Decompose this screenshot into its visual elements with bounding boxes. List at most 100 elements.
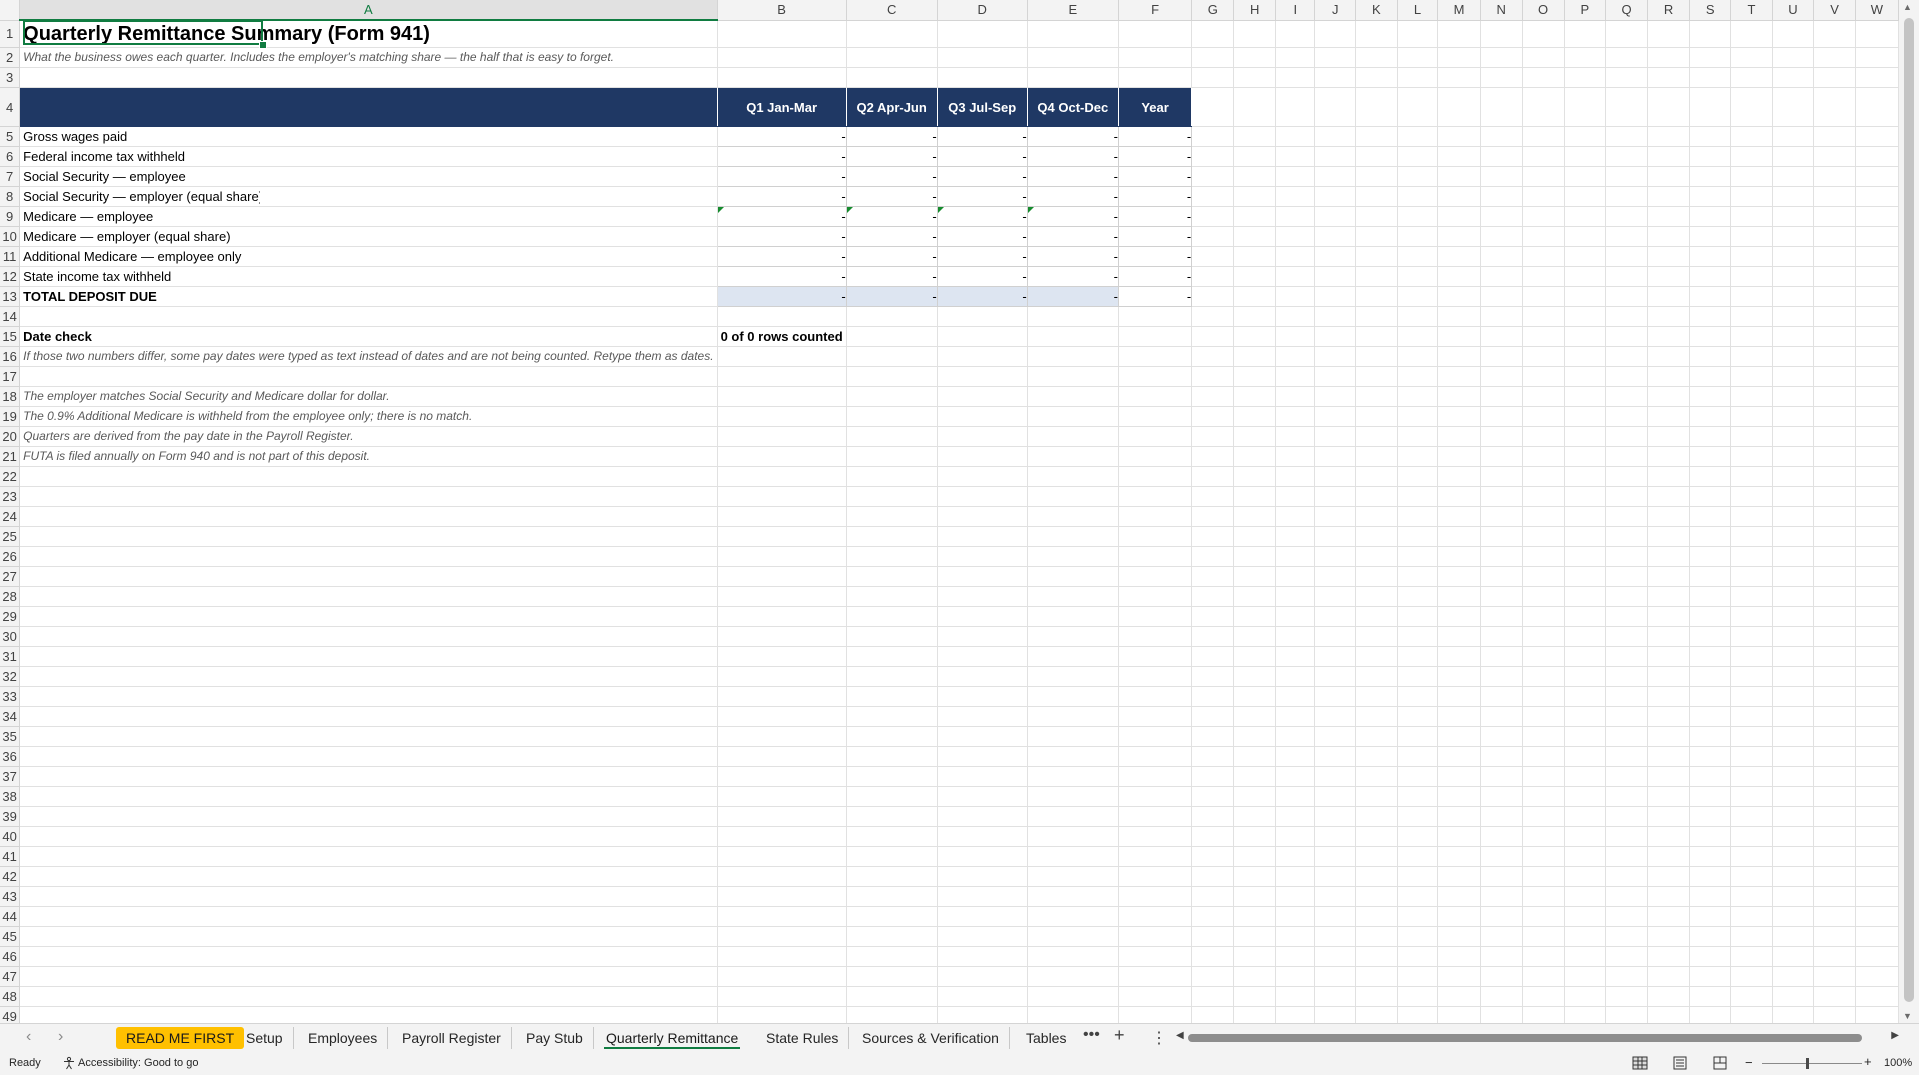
cell-t28[interactable] — [1730, 586, 1773, 607]
cell-i5[interactable] — [1275, 126, 1316, 147]
cell-j25[interactable] — [1314, 526, 1357, 547]
cell-k34[interactable] — [1355, 706, 1398, 727]
tab-state-rules[interactable]: State Rules — [756, 1027, 850, 1049]
cell-q41[interactable] — [1605, 846, 1649, 867]
cell-n19[interactable] — [1480, 406, 1523, 427]
cell-v33[interactable] — [1813, 686, 1856, 707]
cell-m45[interactable] — [1437, 926, 1481, 947]
cell-j35[interactable] — [1314, 726, 1357, 747]
cell-f5[interactable]: - — [1118, 126, 1193, 147]
cell-r36[interactable] — [1647, 746, 1690, 767]
cell-b23[interactable] — [717, 486, 847, 507]
cell-h46[interactable] — [1233, 946, 1277, 967]
cell-k1[interactable] — [1355, 20, 1398, 48]
cell-i36[interactable] — [1275, 746, 1316, 767]
cell-i45[interactable] — [1275, 926, 1316, 947]
cell-l32[interactable] — [1397, 666, 1439, 687]
cell-h14[interactable] — [1233, 306, 1277, 327]
cell-v15[interactable] — [1813, 326, 1856, 347]
cell-g21[interactable] — [1191, 446, 1235, 467]
cell-i8[interactable] — [1275, 186, 1316, 207]
cell-k16[interactable] — [1355, 346, 1398, 367]
cell-q49[interactable] — [1605, 1006, 1649, 1023]
cell-p6[interactable] — [1564, 146, 1607, 167]
cell-u44[interactable] — [1772, 906, 1815, 927]
cell-c17[interactable] — [846, 366, 938, 387]
cell-a22[interactable] — [19, 466, 718, 487]
cell-o45[interactable] — [1522, 926, 1565, 947]
cell-q46[interactable] — [1605, 946, 1649, 967]
row-header[interactable]: 20 — [0, 426, 21, 447]
cell-r9[interactable] — [1647, 206, 1690, 227]
cell-s15[interactable] — [1689, 326, 1732, 347]
cell-w33[interactable] — [1855, 686, 1899, 707]
cell-t13[interactable] — [1730, 286, 1773, 307]
cell-v29[interactable] — [1813, 606, 1856, 627]
cell-d16[interactable] — [937, 346, 1028, 367]
cell-r29[interactable] — [1647, 606, 1690, 627]
cell-o40[interactable] — [1522, 826, 1565, 847]
cell-f37[interactable] — [1118, 766, 1193, 787]
cell-c22[interactable] — [846, 466, 938, 487]
cell-o3[interactable] — [1522, 67, 1565, 88]
cell-i21[interactable] — [1275, 446, 1316, 467]
cell-s37[interactable] — [1689, 766, 1732, 787]
cell-g1[interactable] — [1191, 20, 1235, 48]
cell-a26[interactable] — [19, 546, 718, 567]
cell-h37[interactable] — [1233, 766, 1277, 787]
row-header[interactable]: 38 — [0, 786, 21, 807]
cell-q26[interactable] — [1605, 546, 1649, 567]
cell-g24[interactable] — [1191, 506, 1235, 527]
cell-n3[interactable] — [1480, 67, 1523, 88]
cell-q24[interactable] — [1605, 506, 1649, 527]
cell-e24[interactable] — [1027, 506, 1119, 527]
cell-r44[interactable] — [1647, 906, 1690, 927]
cell-f28[interactable] — [1118, 586, 1193, 607]
cell-h11[interactable] — [1233, 246, 1277, 267]
cell-h20[interactable] — [1233, 426, 1277, 447]
cell-e23[interactable] — [1027, 486, 1119, 507]
cell-o39[interactable] — [1522, 806, 1565, 827]
cell-g31[interactable] — [1191, 646, 1235, 667]
add-sheet-icon[interactable]: + — [1114, 1025, 1125, 1046]
cell-d49[interactable] — [937, 1006, 1028, 1023]
cell-a1[interactable]: Quarterly Remittance Summary (Form 941) — [19, 20, 718, 48]
cell-j6[interactable] — [1314, 146, 1357, 167]
cell-t17[interactable] — [1730, 366, 1773, 387]
cell-i35[interactable] — [1275, 726, 1316, 747]
cell-n18[interactable] — [1480, 386, 1523, 407]
cell-r4[interactable] — [1647, 87, 1690, 127]
cell-n48[interactable] — [1480, 986, 1523, 1007]
cell-w10[interactable] — [1855, 226, 1899, 247]
cell-s48[interactable] — [1689, 986, 1732, 1007]
cell-r18[interactable] — [1647, 386, 1690, 407]
cell-q38[interactable] — [1605, 786, 1649, 807]
cell-n26[interactable] — [1480, 546, 1523, 567]
cell-a12[interactable]: State income tax withheld — [19, 266, 718, 287]
cell-p18[interactable] — [1564, 386, 1607, 407]
cell-s11[interactable] — [1689, 246, 1732, 267]
cell-m33[interactable] — [1437, 686, 1481, 707]
cell-o4[interactable] — [1522, 87, 1565, 127]
cell-t22[interactable] — [1730, 466, 1773, 487]
cell-e7[interactable]: - — [1027, 166, 1119, 187]
cell-o37[interactable] — [1522, 766, 1565, 787]
cell-l30[interactable] — [1397, 626, 1439, 647]
cell-b3[interactable] — [717, 67, 847, 88]
cell-b19[interactable] — [717, 406, 847, 427]
cell-s10[interactable] — [1689, 226, 1732, 247]
cell-e13[interactable]: - — [1027, 286, 1119, 307]
cell-n39[interactable] — [1480, 806, 1523, 827]
cell-m6[interactable] — [1437, 146, 1481, 167]
zoom-out-icon[interactable]: − — [1745, 1055, 1753, 1070]
row-header[interactable]: 42 — [0, 866, 21, 887]
cell-u5[interactable] — [1772, 126, 1815, 147]
cell-e30[interactable] — [1027, 626, 1119, 647]
cell-o33[interactable] — [1522, 686, 1565, 707]
cell-f3[interactable] — [1118, 67, 1193, 88]
cell-q36[interactable] — [1605, 746, 1649, 767]
cell-p12[interactable] — [1564, 266, 1607, 287]
cell-s3[interactable] — [1689, 67, 1732, 88]
scroll-left-icon[interactable]: ◀ — [1176, 1030, 1184, 1041]
row-header[interactable]: 37 — [0, 766, 21, 787]
